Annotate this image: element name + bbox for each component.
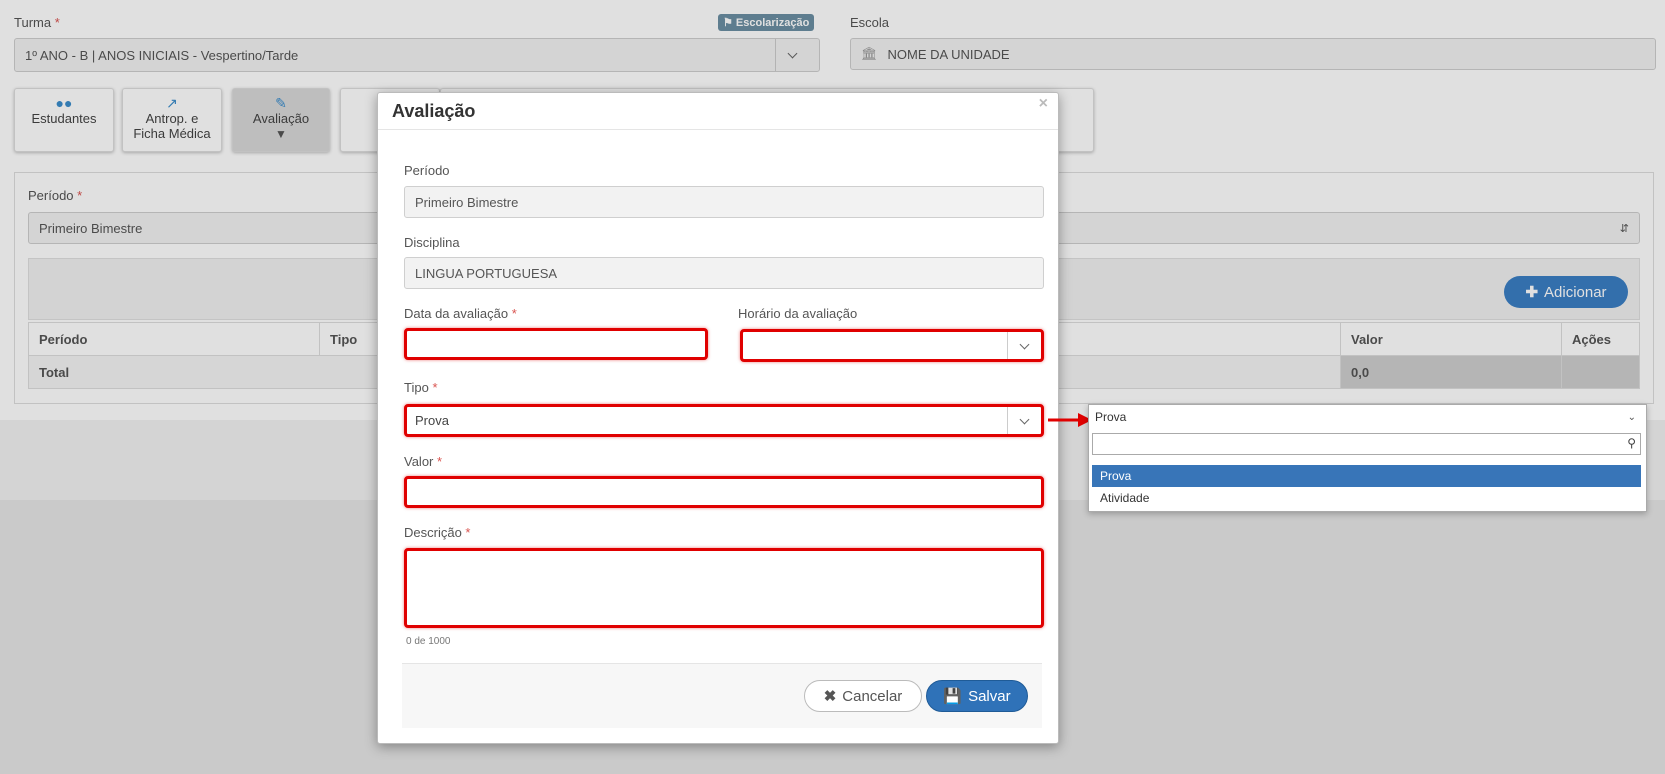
horario-label: Horário da avaliação bbox=[738, 306, 858, 321]
disciplina-label: Disciplina bbox=[404, 235, 460, 250]
data-avaliacao-input[interactable] bbox=[404, 328, 708, 360]
modal-periodo-label: Período bbox=[404, 163, 450, 178]
dropdown-selected[interactable]: Prova ⌄ bbox=[1089, 405, 1646, 429]
modal-footer: ✖ Cancelar 💾 Salvar bbox=[402, 663, 1042, 728]
floppy-icon: 💾 bbox=[943, 688, 963, 705]
red-arrow-icon bbox=[1048, 413, 1092, 427]
chevron-down-icon: ⌄ bbox=[1627, 411, 1636, 423]
valor-label: Valor * bbox=[404, 454, 443, 469]
char-counter: 0 de 1000 bbox=[406, 636, 451, 647]
avaliacao-modal: Avaliação × Período Primeiro Bimestre Di… bbox=[377, 92, 1059, 744]
valor-input[interactable] bbox=[404, 476, 1044, 508]
descricao-textarea[interactable] bbox=[404, 548, 1044, 628]
chevron-down-icon bbox=[1007, 407, 1041, 434]
tipo-select[interactable]: Prova bbox=[404, 404, 1044, 437]
modal-title: Avaliação bbox=[392, 101, 476, 121]
search-icon: ⚲ bbox=[1627, 436, 1636, 450]
close-icon[interactable]: × bbox=[1039, 95, 1048, 113]
data-label: Data da avaliação * bbox=[404, 306, 517, 321]
close-icon: ✖ bbox=[823, 688, 837, 705]
cancel-button[interactable]: ✖ Cancelar bbox=[804, 680, 922, 712]
modal-periodo-field: Primeiro Bimestre bbox=[404, 186, 1044, 218]
dropdown-option-prova[interactable]: Prova bbox=[1092, 465, 1641, 487]
chevron-down-icon bbox=[1007, 332, 1041, 359]
disciplina-field: LINGUA PORTUGUESA bbox=[404, 257, 1044, 289]
dropdown-search-input[interactable]: ⚲ bbox=[1092, 433, 1641, 455]
descricao-label: Descrição * bbox=[404, 525, 471, 540]
tipo-dropdown: Prova ⌄ ⚲ Prova Atividade bbox=[1088, 404, 1647, 512]
dropdown-option-atividade[interactable]: Atividade bbox=[1092, 487, 1641, 509]
save-button[interactable]: 💾 Salvar bbox=[926, 680, 1028, 712]
tipo-label: Tipo * bbox=[404, 380, 438, 395]
horario-avaliacao-select[interactable] bbox=[740, 329, 1044, 362]
divider bbox=[378, 129, 1058, 130]
